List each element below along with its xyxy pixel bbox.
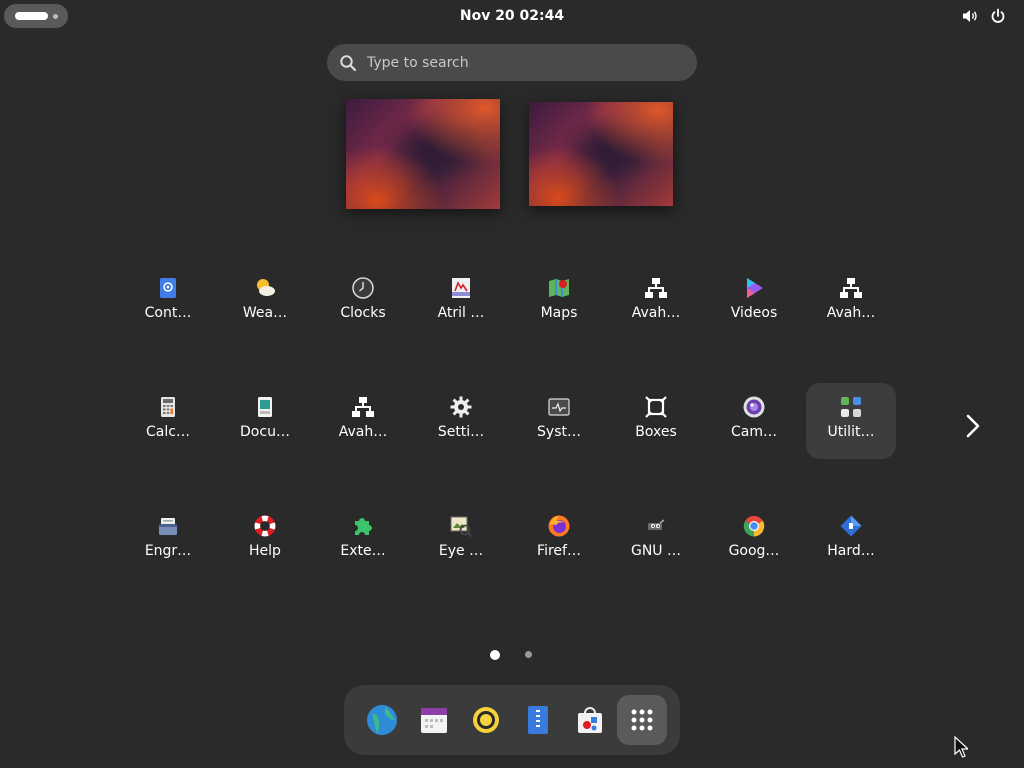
app-label: Atril … <box>437 305 485 321</box>
weather-icon <box>253 276 277 300</box>
app-tile[interactable]: Docu… <box>220 383 310 459</box>
app-tile[interactable]: Eye … <box>416 502 506 578</box>
web-browser-icon <box>367 705 397 735</box>
app-tile[interactable]: Avah… <box>611 264 701 340</box>
hardinfo-icon <box>839 514 863 538</box>
app-tile[interactable]: Cont… <box>123 264 213 340</box>
app-label: Cam… <box>731 424 777 440</box>
app-label: Cont… <box>144 305 192 321</box>
app-tile[interactable]: Setti… <box>416 383 506 459</box>
contacts-icon <box>156 276 180 300</box>
text-editor-icon <box>528 706 548 734</box>
app-label: Wea… <box>242 305 288 321</box>
app-tile[interactable]: Engr… <box>123 502 213 578</box>
network-icon <box>644 276 668 300</box>
next-page-chevron-icon[interactable] <box>962 413 984 439</box>
settings-gear-icon <box>449 395 473 419</box>
app-tile[interactable]: Exte… <box>318 502 408 578</box>
mouse-pointer-icon <box>954 735 970 758</box>
app-tile[interactable]: Calc… <box>123 383 213 459</box>
app-label: Exte… <box>340 543 386 559</box>
app-tile[interactable]: Atril … <box>416 264 506 340</box>
app-tile[interactable]: Maps <box>514 264 604 340</box>
page-indicator-2[interactable] <box>525 651 532 658</box>
app-label: Avah… <box>631 305 681 321</box>
app-label: Hard… <box>827 543 875 559</box>
app-tile[interactable]: Cam… <box>709 383 799 459</box>
app-tile[interactable]: Syst… <box>514 383 604 459</box>
google-chrome-icon <box>742 514 766 538</box>
app-tile[interactable]: Hard… <box>806 502 896 578</box>
app-tile[interactable]: Clocks <box>318 264 408 340</box>
app-label: Calc… <box>146 424 190 440</box>
network-icon <box>839 276 863 300</box>
software-store-icon <box>578 707 602 733</box>
dash-item-rhythmbox[interactable] <box>461 695 511 745</box>
network-icon <box>351 395 375 419</box>
app-label: Goog… <box>728 543 780 559</box>
app-label: Clocks <box>340 305 386 321</box>
power-icon[interactable] <box>990 8 1006 24</box>
app-label: Maps <box>540 305 578 321</box>
dash-item-software[interactable] <box>565 695 615 745</box>
workspace-thumbnail-1[interactable] <box>346 99 500 209</box>
eye-of-mate-icon <box>449 514 473 538</box>
app-label: Firef… <box>537 543 581 559</box>
utilities-folder-icon <box>839 395 863 419</box>
app-label: Eye … <box>438 543 484 559</box>
clocks-icon <box>351 276 375 300</box>
boxes-icon <box>644 395 668 419</box>
search-input[interactable] <box>367 44 677 81</box>
show-apps-grid-icon <box>631 709 653 731</box>
app-label: Videos <box>730 305 778 321</box>
extensions-puzzle-icon <box>351 514 375 538</box>
calendar-icon <box>421 708 447 733</box>
app-tile[interactable]: Videos <box>709 264 799 340</box>
app-label: Boxes <box>635 424 677 440</box>
rhythmbox-music-icon <box>471 705 501 735</box>
app-tile[interactable]: Goog… <box>709 502 799 578</box>
dash-item-show-apps[interactable] <box>617 695 667 745</box>
app-label: Help <box>249 543 281 559</box>
app-tile[interactable]: Avah… <box>318 383 408 459</box>
gnu-image-icon <box>644 514 668 538</box>
app-tile[interactable]: Boxes <box>611 383 701 459</box>
app-label: GNU … <box>630 543 682 559</box>
app-label: Syst… <box>537 424 581 440</box>
videos-icon <box>742 276 766 300</box>
app-label: Engr… <box>144 543 192 559</box>
calculator-icon <box>156 395 180 419</box>
search-icon <box>339 54 357 72</box>
app-tile[interactable]: Avah… <box>806 264 896 340</box>
search-bar[interactable] <box>327 44 697 81</box>
document-scanner-icon <box>253 395 277 419</box>
app-tile-selected[interactable]: Utilit… <box>806 383 896 459</box>
engrampa-archive-icon <box>156 514 180 538</box>
app-tile[interactable]: Wea… <box>220 264 310 340</box>
app-label: Docu… <box>240 424 290 440</box>
date-time-clock[interactable]: Nov 20 02:44 <box>0 0 1024 32</box>
app-label: Setti… <box>437 424 485 440</box>
dash-item-web-browser[interactable] <box>357 695 407 745</box>
camera-icon <box>742 395 766 419</box>
app-label: Avah… <box>338 424 388 440</box>
atril-document-viewer-icon <box>449 276 473 300</box>
system-monitor-icon <box>547 395 571 419</box>
app-label: Avah… <box>826 305 876 321</box>
dash-item-calendar[interactable] <box>409 695 459 745</box>
firefox-icon <box>547 514 571 538</box>
workspace-thumbnail-2[interactable] <box>529 102 673 206</box>
maps-icon <box>547 276 571 300</box>
volume-icon[interactable] <box>962 8 978 24</box>
dash <box>344 685 680 755</box>
app-label: Utilit… <box>827 424 875 440</box>
app-tile[interactable]: Help <box>220 502 310 578</box>
top-bar: Nov 20 02:44 <box>0 0 1024 32</box>
app-tile[interactable]: GNU … <box>611 502 701 578</box>
help-lifebuoy-icon <box>253 514 277 538</box>
app-tile[interactable]: Firef… <box>514 502 604 578</box>
dash-item-text-editor[interactable] <box>513 695 563 745</box>
page-indicator-1[interactable] <box>490 650 500 660</box>
